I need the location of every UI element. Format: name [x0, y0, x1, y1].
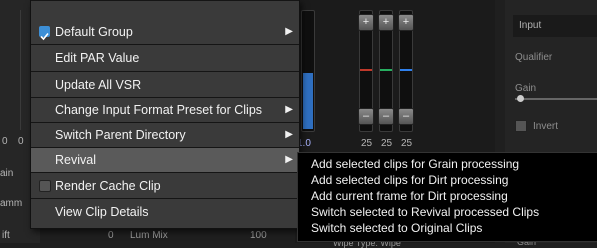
- submenu-arrow-icon: ▶: [285, 129, 293, 140]
- qualifier-label: Qualifier: [515, 52, 553, 63]
- menu-item-label: Change Input Format Preset for Clips: [55, 103, 263, 117]
- blue-minus-button[interactable]: –: [398, 108, 414, 125]
- menu-item-label: Default Group: [55, 25, 133, 39]
- check-icon: [39, 26, 50, 41]
- menu-item-label: View Clip Details: [55, 205, 149, 219]
- menu-item-default-group[interactable]: Default Group ▶: [31, 20, 299, 44]
- blue-plus-button[interactable]: +: [398, 14, 414, 31]
- left-value-2: 0: [18, 136, 24, 147]
- menu-item-label: Switch Parent Directory: [55, 128, 186, 142]
- gain-label-fragment: ain: [0, 168, 14, 179]
- menu-item-switch-parent-directory[interactable]: Switch Parent Directory ▶: [31, 123, 299, 147]
- input-label: Input: [519, 20, 542, 31]
- red-minus-button[interactable]: –: [358, 108, 374, 125]
- left-divider: [20, 10, 21, 130]
- gain-slider-handle[interactable]: [517, 95, 524, 102]
- green-minus-button[interactable]: –: [378, 108, 394, 125]
- context-menu: Default Group ▶ Edit PAR Value Update Al…: [30, 0, 300, 229]
- lum-mix-label: Lum Mix: [130, 230, 168, 241]
- gain-label: Gain: [515, 83, 537, 94]
- green-marker: [380, 69, 392, 71]
- master-slider-fill: [303, 73, 313, 129]
- menu-separator: [31, 71, 299, 72]
- blue-marker: [400, 69, 412, 71]
- menu-item-update-all-vsr[interactable]: Update All VSR: [31, 73, 299, 97]
- menu-item-label: Render Cache Clip: [55, 179, 161, 193]
- submenu-item-switch-to-original[interactable]: Switch selected to Original Clips: [311, 221, 482, 235]
- menu-item-edit-par-value[interactable]: Edit PAR Value: [31, 46, 299, 70]
- gamma-label-fragment: amm: [0, 198, 23, 209]
- left-value-1: 0: [2, 136, 8, 147]
- lum-mix-max: 100: [250, 230, 267, 241]
- green-value: 25: [381, 138, 393, 149]
- green-plus-button[interactable]: +: [378, 14, 394, 31]
- menu-item-label: Edit PAR Value: [55, 51, 140, 65]
- master-slider[interactable]: [301, 10, 315, 132]
- menu-item-revival[interactable]: Revival ▶: [31, 148, 299, 172]
- lift-label-fragment: ift: [2, 230, 10, 241]
- red-value: 25: [361, 138, 373, 149]
- gain-slider-track[interactable]: [515, 98, 597, 100]
- menu-item-view-clip-details[interactable]: View Clip Details: [31, 200, 299, 224]
- invert-checkbox[interactable]: [515, 120, 527, 132]
- input-selector[interactable]: Input: [513, 15, 597, 37]
- menu-item-change-input-format-preset[interactable]: Change Input Format Preset for Clips ▶: [31, 98, 299, 122]
- submenu-item-add-current-frame-dirt[interactable]: Add current frame for Dirt processing: [311, 189, 508, 203]
- menu-separator: [31, 198, 299, 199]
- red-plus-button[interactable]: +: [358, 14, 374, 31]
- submenu-item-add-grain[interactable]: Add selected clips for Grain processing: [311, 157, 519, 171]
- menu-item-render-cache-clip[interactable]: Render Cache Clip: [31, 174, 299, 198]
- menu-separator: [31, 44, 299, 45]
- menu-item-label: Revival: [55, 153, 96, 167]
- lum-mix-value: 0: [108, 230, 114, 241]
- invert-label: Invert: [533, 121, 559, 132]
- checkbox-icon: [39, 180, 51, 192]
- submenu-item-add-dirt[interactable]: Add selected clips for Dirt processing: [311, 173, 508, 187]
- blue-value: 25: [401, 138, 413, 149]
- menu-separator: [31, 172, 299, 173]
- submenu-item-switch-to-revival[interactable]: Switch selected to Revival processed Cli…: [311, 205, 539, 219]
- submenu-arrow-icon: ▶: [285, 154, 293, 165]
- menu-item-label: Update All VSR: [55, 78, 142, 92]
- revival-submenu: Add selected clips for Grain processing …: [297, 152, 597, 242]
- red-marker: [360, 69, 372, 71]
- menu-separator: [31, 0, 299, 1]
- submenu-arrow-icon: ▶: [285, 104, 293, 115]
- submenu-arrow-icon: ▶: [285, 26, 293, 37]
